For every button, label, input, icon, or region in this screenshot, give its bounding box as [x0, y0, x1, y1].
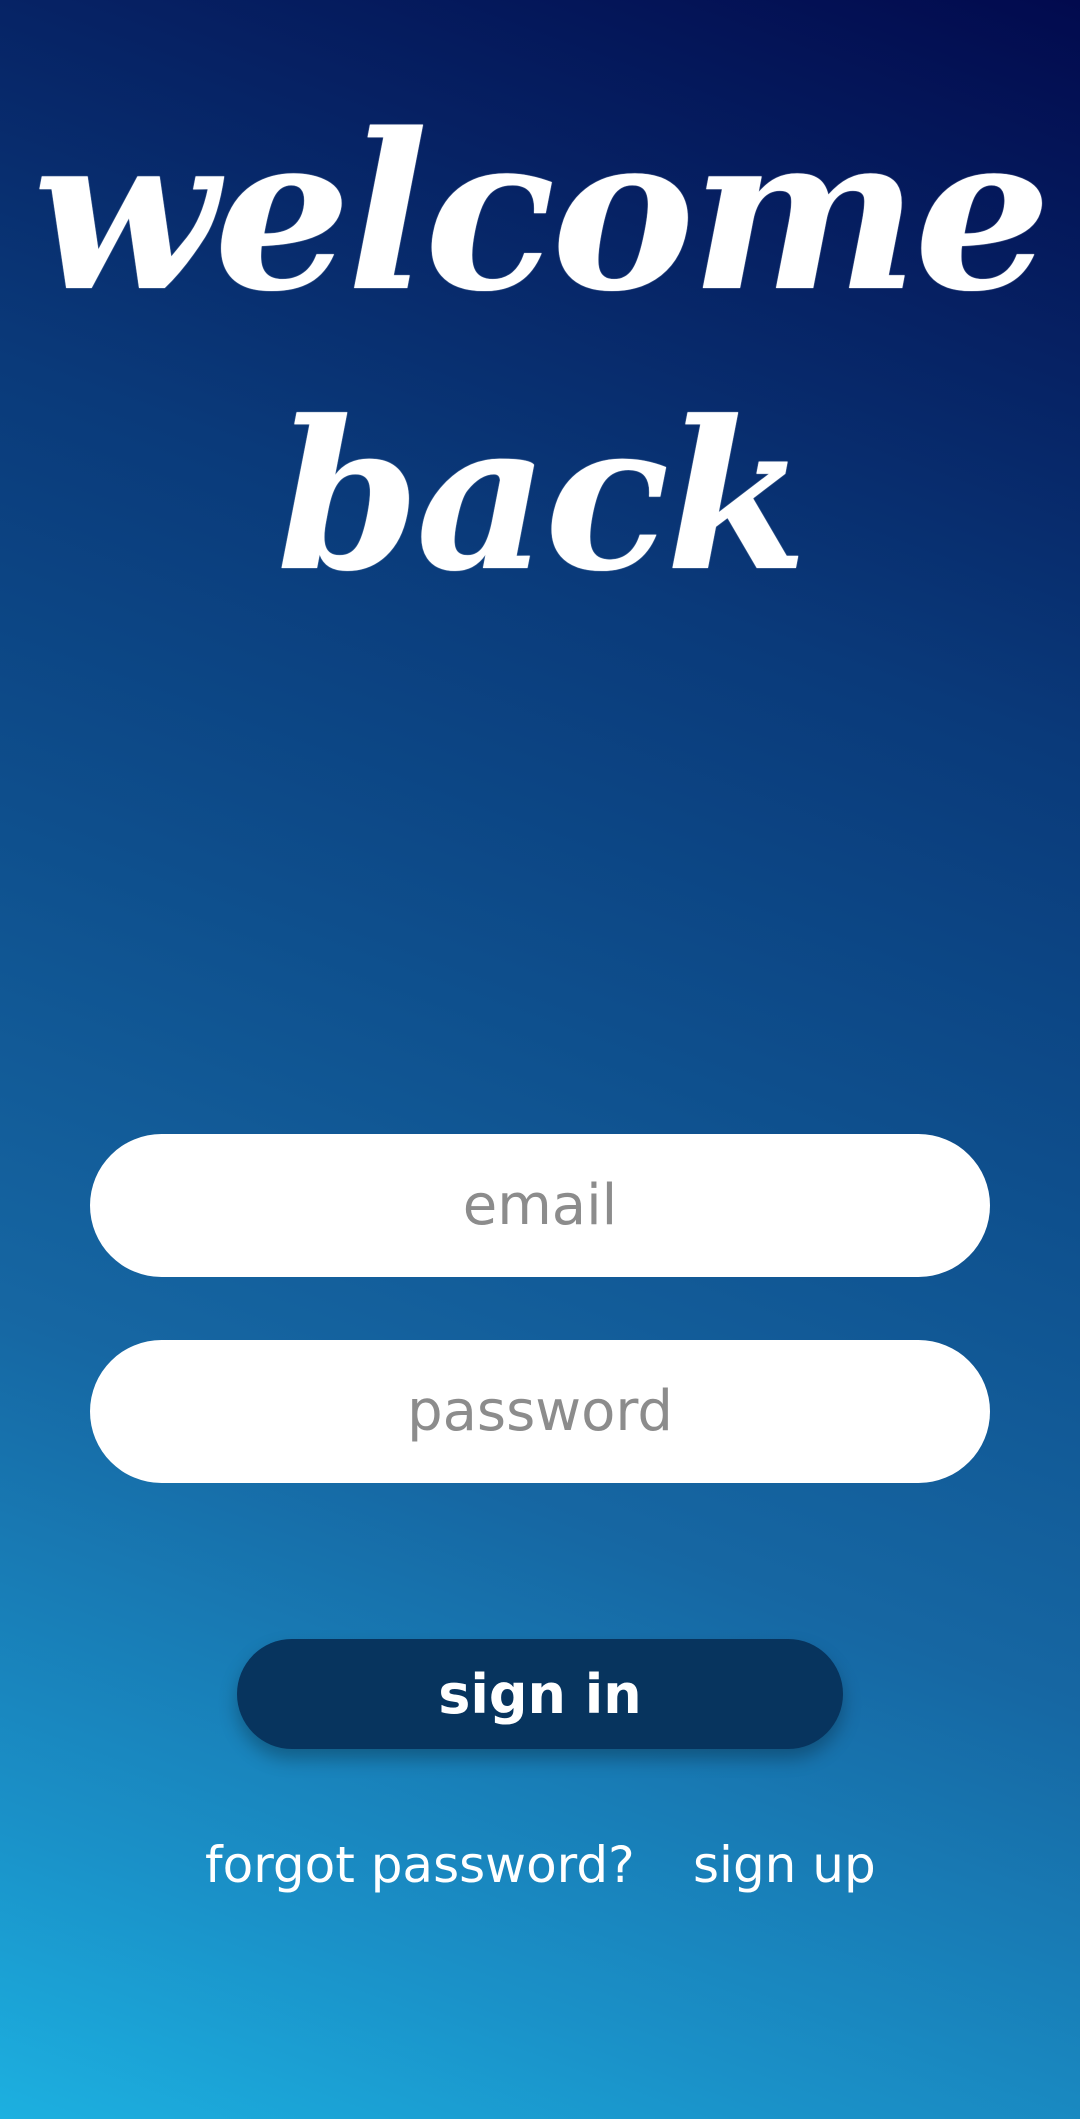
password-field[interactable] — [158, 1378, 922, 1445]
email-field[interactable] — [158, 1172, 922, 1239]
forgot-password-link[interactable]: forgot password? — [205, 1830, 635, 1900]
email-field-container — [90, 1134, 990, 1277]
welcome-title-back: back — [276, 377, 807, 617]
password-field-container — [90, 1340, 990, 1483]
sign-up-link[interactable]: sign up — [693, 1830, 876, 1900]
welcome-title: welcome — [32, 86, 1051, 339]
sign-in-button[interactable]: sign in — [237, 1639, 843, 1749]
